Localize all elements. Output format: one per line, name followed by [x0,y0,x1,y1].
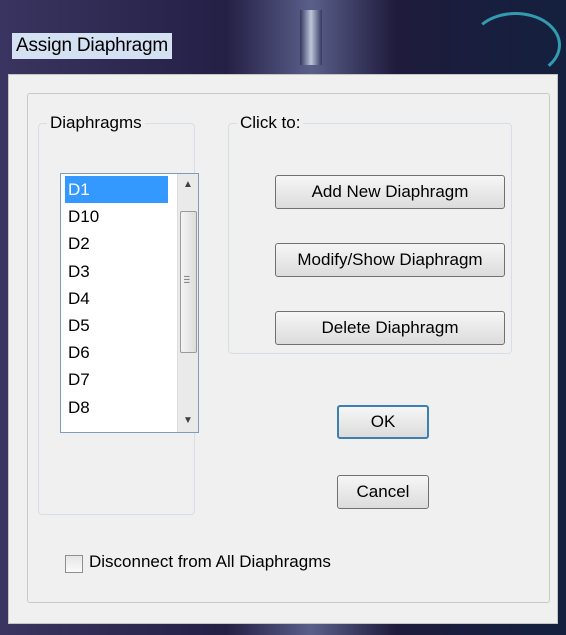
disconnect-checkbox[interactable] [65,555,83,573]
scroll-down-arrow-icon[interactable]: ▼ [178,412,198,430]
click-to-group-label: Click to: [240,113,301,132]
diaphragm-list-item[interactable]: D8 [65,394,168,421]
background-swirl [470,12,561,78]
diaphragm-list-item[interactable]: D5 [65,312,168,339]
add-new-diaphragm-button[interactable]: Add New Diaphragm [275,175,505,209]
diaphragm-list-item[interactable]: D10 [65,203,168,230]
scroll-thumb[interactable]: – – – [180,211,197,353]
diaphragm-list-items: D1 D10 D2 D3 D4 D5 D6 D7 D8 [65,176,168,421]
diaphragm-list-item[interactable]: D3 [65,258,168,285]
diaphragm-list-item[interactable]: D7 [65,366,168,393]
delete-diaphragm-button[interactable]: Delete Diaphragm [275,311,505,345]
list-scrollbar[interactable]: ▲ – – – ▼ [177,174,198,432]
scroll-up-arrow-icon[interactable]: ▲ [178,176,198,194]
disconnect-label[interactable]: Disconnect from All Diaphragms [89,552,331,572]
grip-icon: – – – [184,271,190,288]
ok-button[interactable]: OK [337,405,429,439]
diaphragm-list-item[interactable]: D1 [65,176,168,204]
diaphragm-list[interactable]: D1 D10 D2 D3 D4 D5 D6 D7 D8 ▲ – – – ▼ [60,173,199,433]
diaphragms-group-label: Diaphragms [50,113,142,132]
assign-diaphragm-dialog: Diaphragms D1 D10 D2 D3 D4 D5 D6 D7 D8 ▲ – – – ▼ C… [8,74,558,624]
modify-show-diaphragm-button[interactable]: Modify/Show Diaphragm [275,243,505,277]
cancel-button[interactable]: Cancel [337,475,429,509]
dialog-title: Assign Diaphragm [12,33,173,59]
background-light-streak [300,10,322,65]
diaphragm-list-item[interactable]: D2 [65,230,168,257]
diaphragm-list-item[interactable]: D6 [65,339,168,366]
diaphragm-list-item[interactable]: D4 [65,285,168,312]
